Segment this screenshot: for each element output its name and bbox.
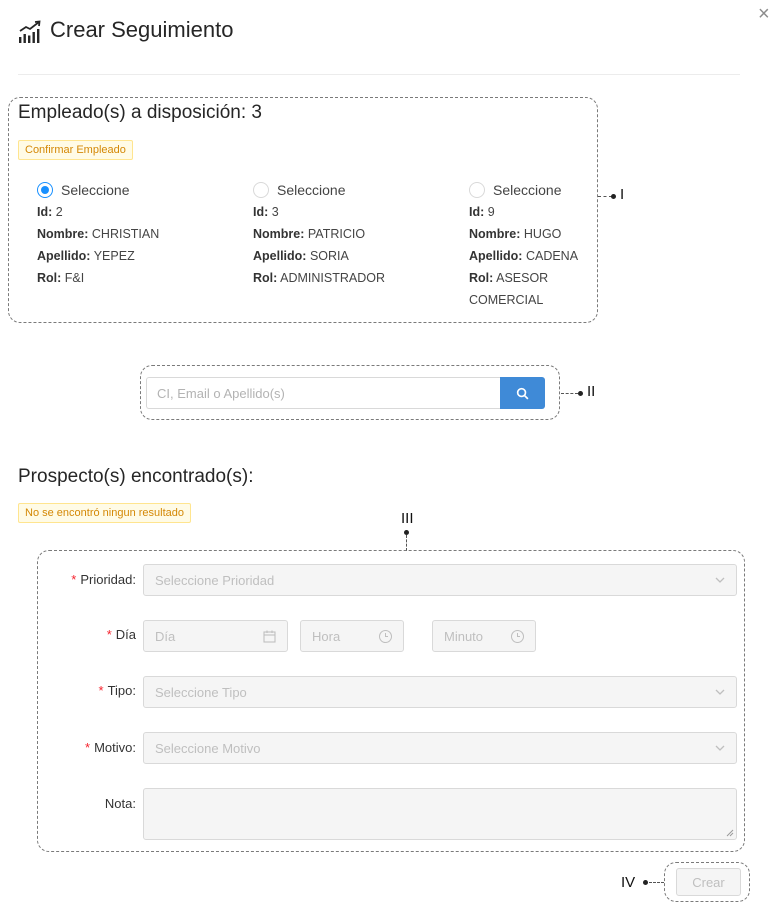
annotation-label-i: I (620, 186, 625, 203)
radio-unchecked-icon[interactable] (253, 182, 269, 198)
employee-apellido: CADENA (525, 249, 579, 263)
annotation-label-ii: II (587, 383, 596, 400)
employee-id: 9 (487, 205, 495, 219)
id-label: Id: (253, 205, 269, 219)
motivo-select[interactable]: Seleccione Motivo (143, 732, 737, 764)
chevron-down-icon (715, 689, 725, 695)
tipo-select[interactable]: Seleccione Tipo (143, 676, 737, 708)
minute-picker[interactable]: Minuto (432, 620, 536, 652)
rol-label: Rol: (37, 271, 62, 285)
radio-checked-icon[interactable] (37, 182, 53, 198)
hour-picker[interactable]: Hora (300, 620, 404, 652)
close-icon[interactable]: × (758, 4, 770, 24)
annotation-label-iv: IV (621, 874, 636, 891)
prioridad-select[interactable]: Seleccione Prioridad (143, 564, 737, 596)
required-mark: * (106, 627, 112, 642)
required-mark: * (98, 683, 104, 698)
date-picker[interactable]: Día (143, 620, 288, 652)
resize-handle-icon[interactable] (726, 829, 734, 837)
clock-icon (379, 629, 392, 643)
clock-icon (511, 629, 524, 643)
no-results-tag: No se encontró ningun resultado (18, 503, 191, 523)
callout-line (406, 535, 407, 551)
tipo-label: * Tipo: (98, 683, 137, 698)
chevron-down-icon (715, 577, 725, 583)
employee-id: 2 (55, 205, 63, 219)
callout-dot (643, 880, 648, 885)
confirm-employee-tag: Confirmar Empleado (18, 140, 133, 160)
employee-card-1: Seleccione Id: 2 Nombre: CHRISTIAN Apell… (37, 179, 237, 289)
callout-dot (611, 194, 616, 199)
prioridad-label: * Prioridad: (71, 572, 136, 587)
employee-card-2: Seleccione Id: 3 Nombre: PATRICIO Apelli… (253, 179, 453, 289)
apellido-label: Apellido: (37, 249, 91, 263)
callout-line (598, 196, 612, 197)
search-input[interactable] (146, 377, 501, 409)
employee-radio-3[interactable]: Seleccione (469, 179, 591, 201)
required-mark: * (85, 740, 91, 755)
radio-label: Seleccione (277, 182, 346, 198)
employee-apellido: YEPEZ (93, 249, 135, 263)
motivo-placeholder: Seleccione Motivo (155, 740, 261, 756)
employee-card-3: Seleccione Id: 9 Nombre: HUGO Apellido: … (469, 179, 591, 311)
employee-rol: ADMINISTRADOR (280, 271, 385, 285)
apellido-label: Apellido: (469, 249, 523, 263)
search-button[interactable] (500, 377, 545, 409)
callout-line (561, 393, 578, 394)
calendar-icon (263, 630, 276, 643)
hour-placeholder: Hora (312, 628, 341, 644)
id-label: Id: (37, 205, 53, 219)
radio-label: Seleccione (493, 182, 562, 198)
employee-radio-1[interactable]: Seleccione (37, 179, 237, 201)
rol-label: Rol: (253, 271, 278, 285)
apellido-label: Apellido: (253, 249, 307, 263)
employees-heading: Empleado(s) a disposición: 3 (18, 102, 262, 123)
employee-radio-2[interactable]: Seleccione (253, 179, 453, 201)
annotation-label-iii: III (401, 510, 414, 527)
header-divider (18, 74, 740, 75)
minute-placeholder: Minuto (444, 628, 484, 644)
prioridad-placeholder: Seleccione Prioridad (155, 572, 275, 588)
date-placeholder: Día (155, 628, 176, 644)
motivo-label: * Motivo: (85, 740, 136, 755)
employee-nombre: HUGO (523, 227, 562, 241)
modal-title: Crear Seguimiento (50, 17, 234, 42)
nota-label: Nota: (104, 796, 136, 811)
employee-nombre: CHRISTIAN (91, 227, 160, 241)
required-mark: * (71, 572, 77, 587)
radio-unchecked-icon[interactable] (469, 182, 485, 198)
nombre-label: Nombre: (37, 227, 89, 241)
chart-growth-icon (19, 20, 41, 43)
employee-rol: F&I (64, 271, 85, 285)
nombre-label: Nombre: (469, 227, 521, 241)
employee-nombre: PATRICIO (307, 227, 366, 241)
callout-line (649, 882, 664, 883)
callout-dot (578, 391, 583, 396)
nota-textarea[interactable] (143, 788, 737, 840)
dia-label: * Día (106, 627, 136, 642)
chevron-down-icon (715, 745, 725, 751)
crear-button[interactable]: Crear (676, 868, 741, 896)
search-icon (516, 387, 529, 399)
prospects-heading: Prospecto(s) encontrado(s): (18, 466, 254, 487)
employee-id: 3 (271, 205, 279, 219)
rol-label: Rol: (469, 271, 494, 285)
employee-apellido: SORIA (309, 249, 349, 263)
nombre-label: Nombre: (253, 227, 305, 241)
id-label: Id: (469, 205, 485, 219)
tipo-placeholder: Seleccione Tipo (155, 684, 247, 700)
radio-label: Seleccione (61, 182, 130, 198)
